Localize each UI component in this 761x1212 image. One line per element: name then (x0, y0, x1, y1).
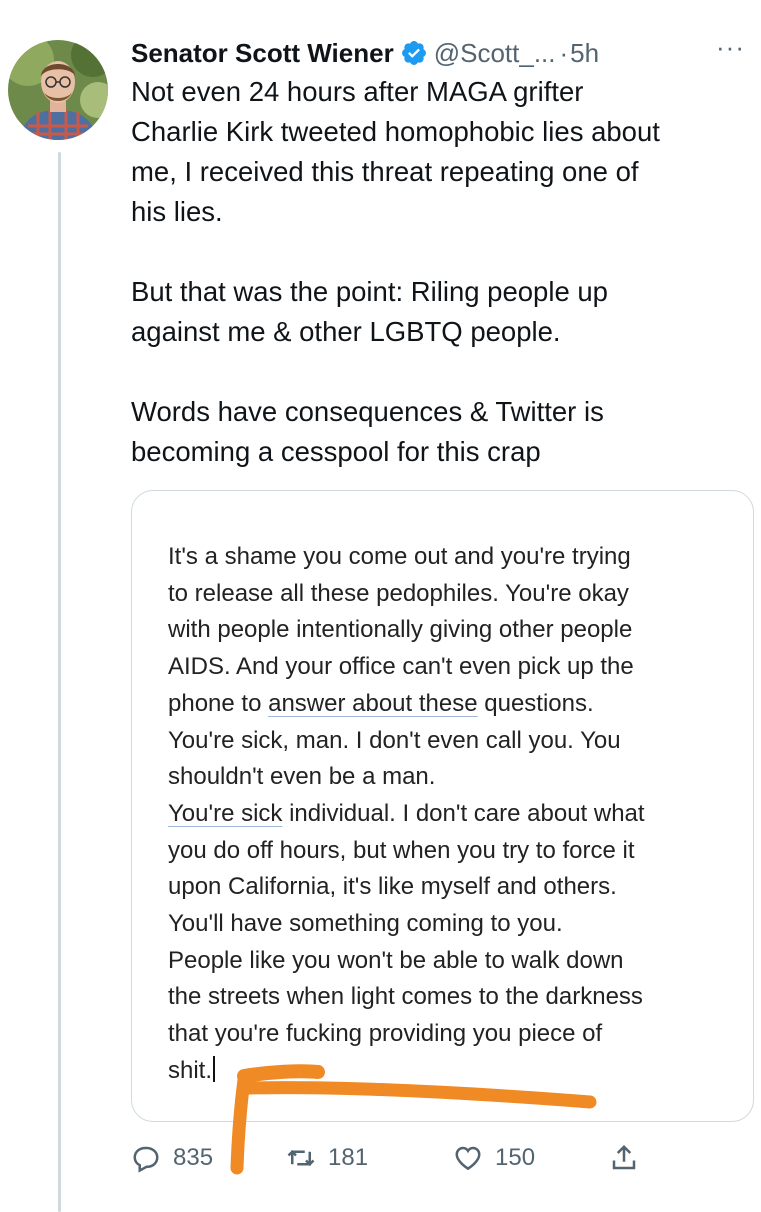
tweet-line: Charlie Kirk tweeted homophobic lies abo… (131, 116, 660, 147)
tweet-line: Words have consequences & Twitter is (131, 396, 604, 427)
author-name[interactable]: Senator Scott Wiener (131, 38, 394, 69)
image-text-line: to release all these pedophiles. You're … (168, 579, 629, 607)
tweet-line: against me & other LGBTQ people. (131, 316, 561, 347)
image-text-line: that you're fucking providing you piece … (168, 1020, 603, 1048)
image-text-line: People like you won't be able to walk do… (168, 946, 624, 974)
retweet-button[interactable]: 181 (286, 1136, 368, 1180)
image-text-line: You're sick individual. I don't care abo… (168, 796, 738, 833)
tweet-paragraph-3: Words have consequences & Twitter is bec… (131, 392, 751, 472)
image-text-line: you do off hours, but when you try to fo… (168, 836, 635, 864)
tweet-line: Not even 24 hours after MAGA grifter (131, 76, 584, 107)
image-text-line: upon California, it's like myself and ot… (168, 873, 617, 901)
text-cursor (213, 1055, 216, 1082)
avatar[interactable] (8, 40, 108, 140)
timestamp[interactable]: 5h (570, 38, 599, 69)
image-text-segment: phone to (168, 689, 269, 717)
separator-dot: · (559, 37, 569, 68)
image-text-line: It's a shame you come out and you're try… (168, 543, 631, 570)
tweet-line: me, I received this threat repeating one… (131, 156, 639, 187)
image-text-segment: individual. I don't care about what (282, 799, 645, 827)
like-button[interactable]: 150 (453, 1136, 535, 1180)
like-count: 150 (495, 1144, 536, 1171)
retweet-icon (287, 1149, 315, 1167)
image-text-segment: questions. (477, 689, 594, 717)
image-text-line: shouldn't even be a man. (168, 763, 436, 791)
avatar-photo (8, 40, 108, 140)
tweet-line: becoming a cesspool for this crap (131, 436, 541, 467)
image-text-line: shit. (168, 1053, 738, 1090)
author-handle[interactable]: @Scott_... (434, 38, 556, 69)
verified-badge-icon (400, 39, 428, 67)
image-text-line: You'll have something coming to you. (168, 910, 563, 938)
image-text-line: AIDS. And your office can't even pick up… (168, 653, 634, 681)
image-text-line: with people intentionally giving other p… (168, 616, 633, 644)
tweet-line: his lies. (131, 196, 223, 227)
reply-button[interactable]: 835 (131, 1136, 213, 1180)
image-text-segment: shit. (168, 1056, 213, 1084)
screenshot-text: It's a shame you come out and you're try… (168, 539, 738, 1090)
image-text-line: You're sick, man. I don't even call you.… (168, 726, 621, 754)
retweet-count: 181 (328, 1144, 369, 1171)
heart-icon (455, 1146, 481, 1171)
image-text-line: the streets when light comes to the dark… (168, 983, 643, 1011)
underlined-phrase: You're sick (168, 799, 283, 827)
more-options-icon[interactable]: ··· (716, 34, 745, 60)
share-icon (612, 1144, 636, 1170)
tweet-actions: 835 181 150 (131, 1136, 651, 1180)
underlined-phrase: answer about these (268, 689, 478, 717)
share-button[interactable] (609, 1136, 651, 1180)
tweet-body: Not even 24 hours after MAGA grifter Cha… (131, 72, 751, 472)
tweet-paragraph-1: Not even 24 hours after MAGA grifter Cha… (131, 72, 751, 232)
image-text-line: phone to answer about these questions. (168, 686, 738, 723)
tweet-header: Senator Scott Wiener @Scott_... · 5h ··· (131, 33, 749, 73)
tweet-line: But that was the point: Riling people up (131, 276, 608, 307)
reply-count: 835 (173, 1144, 214, 1171)
attached-image[interactable]: It's a shame you come out and you're try… (131, 490, 754, 1122)
reply-icon (133, 1146, 159, 1173)
tweet-paragraph-2: But that was the point: Riling people up… (131, 272, 751, 352)
thread-connector-line (58, 152, 61, 1212)
